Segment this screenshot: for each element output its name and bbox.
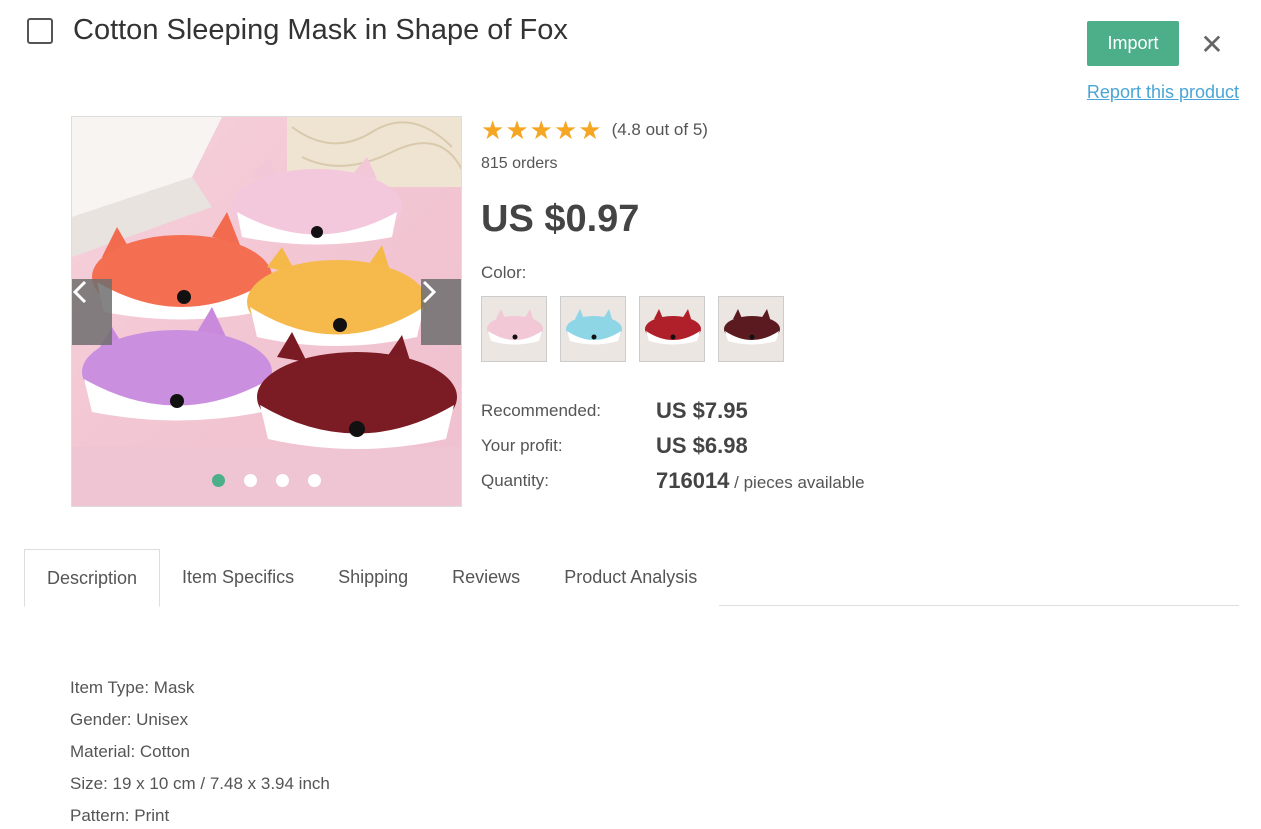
- profit-value: US $6.98: [656, 433, 748, 458]
- product-tabs: Description Item Specifics Shipping Reviews…: [24, 549, 1239, 607]
- import-button[interactable]: Import: [1087, 21, 1179, 66]
- gallery-next-button[interactable]: [421, 279, 461, 345]
- quantity-field: 716014 / pieces available: [656, 468, 865, 494]
- product-image-gallery: [71, 116, 462, 507]
- swatch-thumbnail: [640, 297, 704, 361]
- price: US $0.97: [481, 198, 640, 240]
- color-swatch-brown[interactable]: [718, 296, 784, 362]
- description-item: Material: Cotton: [70, 742, 190, 761]
- swatch-thumbnail: [561, 297, 625, 361]
- description-item: Gender: Unisex: [70, 710, 189, 729]
- profit-label: Your profit:: [481, 436, 563, 455]
- orders-count: 815 orders: [481, 155, 558, 172]
- gallery-dot[interactable]: [212, 474, 225, 487]
- tab-description[interactable]: Description: [24, 549, 161, 607]
- color-label: Color:: [481, 263, 527, 282]
- star-icon: ★: [529, 115, 553, 145]
- star-icon: ★: [553, 115, 578, 145]
- tab-item-specifics[interactable]: Item Specifics: [160, 549, 317, 606]
- select-checkbox[interactable]: [27, 18, 53, 44]
- gallery-dot[interactable]: [308, 474, 321, 487]
- product-image: [72, 117, 461, 506]
- gallery-dot[interactable]: [244, 474, 257, 487]
- chevron-right-icon: [422, 280, 437, 304]
- quantity-label: Quantity:: [481, 471, 550, 490]
- swatch-thumbnail: [719, 297, 783, 361]
- recommended-value: US $7.95: [656, 398, 748, 423]
- tab-reviews[interactable]: Reviews: [430, 549, 543, 606]
- star-icon: ★: [578, 115, 602, 145]
- recommended-label: Recommended:: [481, 401, 602, 420]
- quantity-suffix: / pieces available: [729, 473, 865, 492]
- color-swatches: [481, 296, 784, 362]
- report-product-link[interactable]: Report this product: [1087, 82, 1239, 103]
- color-swatch-red[interactable]: [639, 296, 705, 362]
- description-item: Pattern: Print: [70, 806, 170, 825]
- color-swatch-pink[interactable]: [481, 296, 547, 362]
- chevron-left-icon: [72, 280, 87, 304]
- tab-shipping[interactable]: Shipping: [316, 549, 431, 606]
- close-icon[interactable]: ✕: [1199, 30, 1225, 60]
- star-icon: ★: [505, 115, 529, 145]
- rating: ★ ★ ★ ★ ★ (4.8 out of 5): [481, 117, 708, 143]
- description-item: Size: 19 x 10 cm / 7.48 x 3.94 inch: [70, 774, 330, 793]
- color-swatch-blue[interactable]: [560, 296, 626, 362]
- rating-text: (4.8 out of 5): [611, 120, 708, 139]
- description-item: Item Type: Mask: [70, 678, 195, 697]
- quantity-value: 716014: [656, 468, 730, 493]
- star-rating-icons: ★ ★ ★ ★ ★: [481, 117, 603, 143]
- gallery-prev-button[interactable]: [72, 279, 112, 345]
- tab-product-analysis[interactable]: Product Analysis: [542, 549, 720, 606]
- star-icon: ★: [481, 115, 505, 145]
- swatch-thumbnail: [482, 297, 546, 361]
- gallery-pagination: [212, 474, 321, 487]
- description-list: Item Type: Mask Gender: Unisex Material: C…: [70, 672, 330, 829]
- gallery-dot[interactable]: [276, 474, 289, 487]
- product-title: Cotton Sleeping Mask in Shape of Fox: [73, 14, 568, 46]
